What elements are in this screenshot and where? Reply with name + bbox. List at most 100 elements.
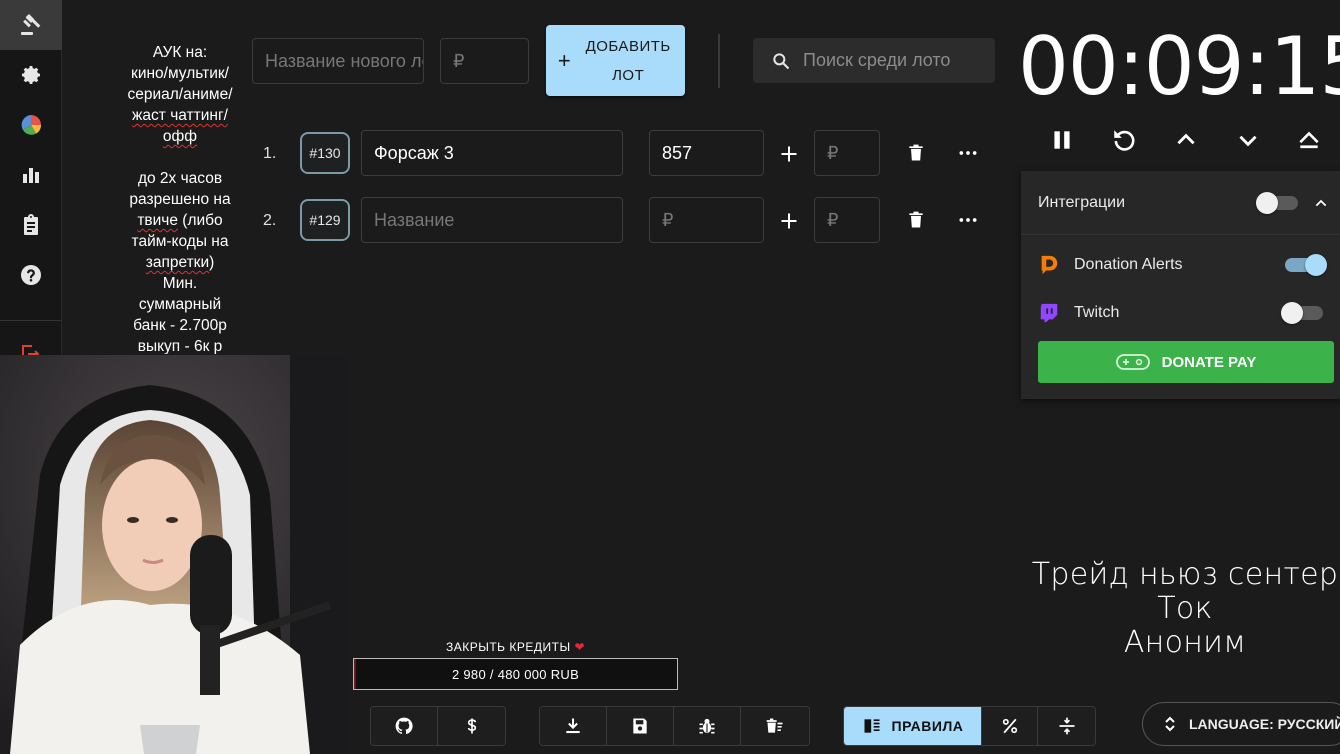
integration-twitch: Twitch [1038,301,1119,325]
more-horizontal-icon [959,151,977,155]
new-lot-name-input[interactable]: Название нового лота [252,38,424,84]
bug-report-button[interactable] [674,707,741,745]
clear-all-button[interactable] [741,707,808,745]
github-button[interactable] [371,707,438,745]
lot-id-badge[interactable]: #130 [300,132,350,174]
credit-progress-bar: 2 980 / 480 000 RUB [353,658,678,690]
chevron-down-icon [1239,135,1257,147]
rules-line: суммарный [138,296,222,313]
integrations-toggle[interactable] [1256,192,1298,214]
rules-line: кино/мультик/ [131,65,229,82]
sidebar-item-wheel[interactable] [0,100,62,150]
language-selector[interactable]: LANGUAGE: РУССКИЙ [1142,702,1340,746]
delete-sweep-icon [766,718,782,733]
integrations-panel: Интеграции Donation Alerts Twitch DONATE… [1021,171,1340,399]
sidebar-item-auction[interactable] [0,0,62,50]
rules-line: офф [162,128,198,145]
language-label: LANGUAGE: РУССКИЙ [1189,716,1340,732]
sidebar-item-help[interactable] [0,250,62,300]
rules-line: запретки [145,254,210,271]
integrations-collapse-button[interactable] [1311,193,1331,213]
rules-line: тайм-коды на [131,233,229,250]
restart-icon [1114,130,1135,151]
donation-alerts-toggle[interactable] [1285,254,1327,276]
add-lot-label: ДОБАВИТЬ [585,37,671,55]
search-input[interactable]: Поиск среди лотов [753,38,995,83]
sidebar-divider [0,320,62,321]
bottom-group-links [370,706,506,746]
search-icon [773,52,790,69]
lot-index: 2. [263,212,277,229]
lot-index: 1. [263,145,277,162]
integration-name: Donation Alerts [1074,256,1183,273]
rules-button[interactable]: ПРАВИЛА [844,707,982,745]
plus-icon [781,213,797,229]
rules-line: банк - 2.700р [133,317,227,334]
sidebar-item-stats[interactable] [0,150,62,200]
delete-lot-button[interactable] [903,140,929,166]
lot-amount-input[interactable]: 857 [649,130,764,176]
heart-icon: ❤ [574,640,586,654]
lot-more-button[interactable] [955,207,981,233]
chevron-up-icon [1177,133,1195,145]
add-amount-button[interactable] [776,208,802,234]
lot-extra-amount-input[interactable]: ₽ [814,130,880,176]
save-icon [633,718,647,734]
rules-panel-icon [864,719,879,733]
donatepay-button[interactable]: DONATE PAY [1038,341,1334,383]
percent-button[interactable] [981,707,1039,745]
sidebar-item-history[interactable] [0,200,62,250]
delete-lot-button[interactable] [903,207,929,233]
bug-icon [699,718,715,734]
pause-icon [1054,131,1070,149]
webcam-feed [0,355,350,754]
donation-alerts-icon [1041,255,1058,275]
app-root: АУК на: кино/мультик/ сериал/аниме/ жаст… [0,0,1340,754]
integration-name: Twitch [1074,304,1120,321]
add-amount-button[interactable] [776,141,802,167]
credit-progress-fill [354,659,356,689]
sidebar [0,0,62,360]
donate-button[interactable] [438,707,505,745]
new-lot-amount-input[interactable]: ₽ [440,38,529,84]
add-time-button[interactable] [1168,122,1204,158]
dollar-icon [467,718,476,734]
add-lot-button[interactable]: + ДОБАВИТЬ ЛОТ [546,25,685,96]
rules-line: сериал/аниме/ [127,86,233,103]
eject-icon [1299,131,1319,149]
twitch-toggle[interactable] [1281,302,1323,324]
lot-more-button[interactable] [955,140,981,166]
gamepad-icon [1115,354,1150,370]
lot-id-badge[interactable]: #129 [300,199,350,241]
rules-line: разрешено на [129,191,231,208]
lot-name-input[interactable]: Название [361,197,623,243]
chevron-up-icon [1315,199,1327,207]
lot-extra-amount-input[interactable]: ₽ [814,197,880,243]
subtract-time-button[interactable] [1230,122,1266,158]
gear-icon [22,66,40,84]
lot-name-input[interactable]: Форсаж 3 [361,130,623,176]
rules-line: жаст чаттинг/ [132,107,228,124]
overlay-line: Аноним [1123,625,1247,660]
rules-line: ) [209,254,215,271]
donatepay-label: DONATE PAY [1161,353,1257,371]
compact-view-button[interactable] [1038,707,1095,745]
logout-icon[interactable] [18,342,42,356]
collapse-button[interactable] [1291,122,1327,158]
sidebar-item-settings[interactable] [0,50,62,100]
bottom-group-file [539,706,810,746]
lot-amount-input[interactable]: ₽ [649,197,764,243]
vertical-align-center-icon [1059,717,1075,735]
plus-icon: + [557,47,572,73]
download-button[interactable] [540,707,607,745]
percent-icon [1002,718,1017,734]
save-button[interactable] [607,707,674,745]
rules-text: АУК на: кино/мультик/ сериал/аниме/ жаст… [100,42,260,354]
bar-chart-icon [23,168,39,183]
pause-button[interactable] [1044,122,1080,158]
pie-chart-icon [21,115,41,135]
rules-line: выкуп - 6к р [137,338,223,354]
toolbar-divider [718,34,720,88]
reset-timer-button[interactable] [1106,122,1142,158]
rules-line: твиче [137,212,178,229]
